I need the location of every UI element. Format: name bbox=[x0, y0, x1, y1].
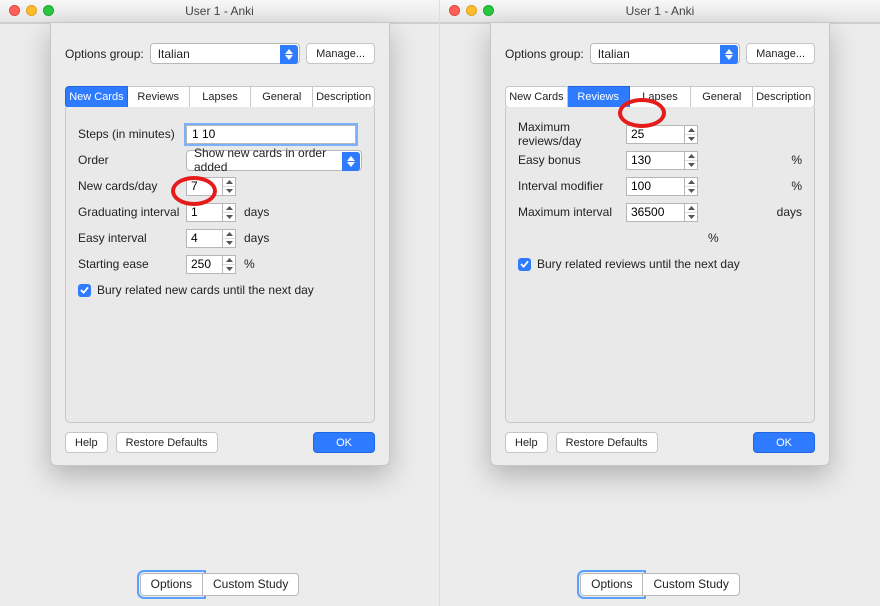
order-select[interactable]: Show new cards in order added bbox=[186, 150, 362, 171]
max-reviews-stepper[interactable] bbox=[626, 125, 796, 144]
options-group-value: Italian bbox=[158, 47, 190, 61]
help-button[interactable]: Help bbox=[505, 432, 548, 453]
custom-study-button[interactable]: Custom Study bbox=[203, 573, 299, 596]
options-group-select[interactable]: Italian bbox=[590, 43, 740, 64]
restore-defaults-button[interactable]: Restore Defaults bbox=[116, 432, 218, 453]
manage-button[interactable]: Manage... bbox=[746, 43, 815, 64]
new-cards-day-stepper[interactable] bbox=[186, 177, 236, 196]
steps-input[interactable] bbox=[186, 125, 356, 144]
new-cards-day-label: New cards/day bbox=[78, 179, 186, 193]
manage-button[interactable]: Manage... bbox=[306, 43, 375, 64]
options-group-value: Italian bbox=[598, 47, 630, 61]
tab-reviews[interactable]: Reviews bbox=[568, 86, 630, 108]
days-unit: days bbox=[244, 231, 269, 245]
options-sheet-left: Options group: Italian Manage... New bbox=[50, 23, 390, 466]
window-title: User 1 - Anki bbox=[0, 4, 439, 18]
titlebar-left: User 1 - Anki bbox=[0, 0, 439, 23]
help-button[interactable]: Help bbox=[65, 432, 108, 453]
titlebar-right: User 1 - Anki bbox=[440, 0, 880, 23]
steps-label: Steps (in minutes) bbox=[78, 127, 186, 141]
window-title: User 1 - Anki bbox=[440, 4, 880, 18]
interval-modifier-label: Interval modifier bbox=[518, 179, 626, 193]
easy-interval-stepper[interactable] bbox=[186, 229, 236, 248]
ok-button[interactable]: OK bbox=[313, 432, 375, 453]
options-tabs: New Cards Reviews Lapses General Descrip… bbox=[65, 86, 375, 108]
tab-description[interactable]: Description bbox=[313, 86, 375, 108]
percent-unit: % bbox=[791, 179, 802, 193]
reviews-pane: Maximum reviews/day Easy bonus % Interva… bbox=[505, 107, 815, 423]
easy-bonus-label: Easy bonus bbox=[518, 153, 626, 167]
checkbox-checked-icon bbox=[518, 258, 531, 271]
tab-new-cards[interactable]: New Cards bbox=[65, 86, 128, 108]
options-group-label: Options group: bbox=[505, 47, 584, 61]
tab-lapses[interactable]: Lapses bbox=[190, 86, 252, 108]
restore-defaults-button[interactable]: Restore Defaults bbox=[556, 432, 658, 453]
options-button[interactable]: Options bbox=[580, 573, 643, 596]
max-reviews-label: Maximum reviews/day bbox=[518, 120, 626, 148]
starting-ease-stepper[interactable] bbox=[186, 255, 236, 274]
starting-ease-label: Starting ease bbox=[78, 257, 186, 271]
graduating-interval-label: Graduating interval bbox=[78, 205, 186, 219]
bury-new-checkbox[interactable]: Bury related new cards until the next da… bbox=[78, 283, 362, 297]
chevron-updown-icon bbox=[720, 45, 738, 64]
custom-study-button[interactable]: Custom Study bbox=[643, 573, 739, 596]
tab-lapses[interactable]: Lapses bbox=[630, 86, 692, 108]
days-unit: days bbox=[244, 205, 269, 219]
order-value: Show new cards in order added bbox=[194, 146, 341, 174]
maximum-interval-stepper[interactable] bbox=[626, 203, 769, 222]
checkbox-checked-icon bbox=[78, 284, 91, 297]
maximum-interval-label: Maximum interval bbox=[518, 205, 626, 219]
tab-general[interactable]: General bbox=[251, 86, 313, 108]
bury-reviews-label: Bury related reviews until the next day bbox=[537, 257, 740, 271]
options-button[interactable]: Options bbox=[140, 573, 203, 596]
chevron-updown-icon bbox=[280, 45, 298, 64]
options-group-label: Options group: bbox=[65, 47, 144, 61]
options-sheet-right: Options group: Italian Manage... New bbox=[490, 23, 830, 466]
interval-modifier-stepper[interactable] bbox=[626, 177, 783, 196]
percent-unit: % bbox=[244, 257, 255, 271]
graduating-interval-stepper[interactable] bbox=[186, 203, 236, 222]
options-tabs: New Cards Reviews Lapses General Descrip… bbox=[505, 86, 815, 108]
easy-bonus-stepper[interactable] bbox=[626, 151, 783, 170]
options-group-select[interactable]: Italian bbox=[150, 43, 300, 64]
tab-description[interactable]: Description bbox=[753, 86, 815, 108]
bury-reviews-checkbox[interactable]: Bury related reviews until the next day bbox=[518, 257, 802, 271]
order-label: Order bbox=[78, 153, 186, 167]
new-cards-pane: Steps (in minutes) Order Show new cards … bbox=[65, 107, 375, 423]
chevron-updown-icon bbox=[342, 152, 360, 171]
bury-new-label: Bury related new cards until the next da… bbox=[97, 283, 314, 297]
percent-unit: % bbox=[791, 153, 802, 167]
percent-unit: % bbox=[708, 231, 719, 245]
ok-button[interactable]: OK bbox=[753, 432, 815, 453]
tab-new-cards[interactable]: New Cards bbox=[505, 86, 568, 108]
tab-general[interactable]: General bbox=[691, 86, 753, 108]
tab-reviews[interactable]: Reviews bbox=[128, 86, 190, 108]
easy-interval-label: Easy interval bbox=[78, 231, 186, 245]
days-unit: days bbox=[777, 205, 802, 219]
